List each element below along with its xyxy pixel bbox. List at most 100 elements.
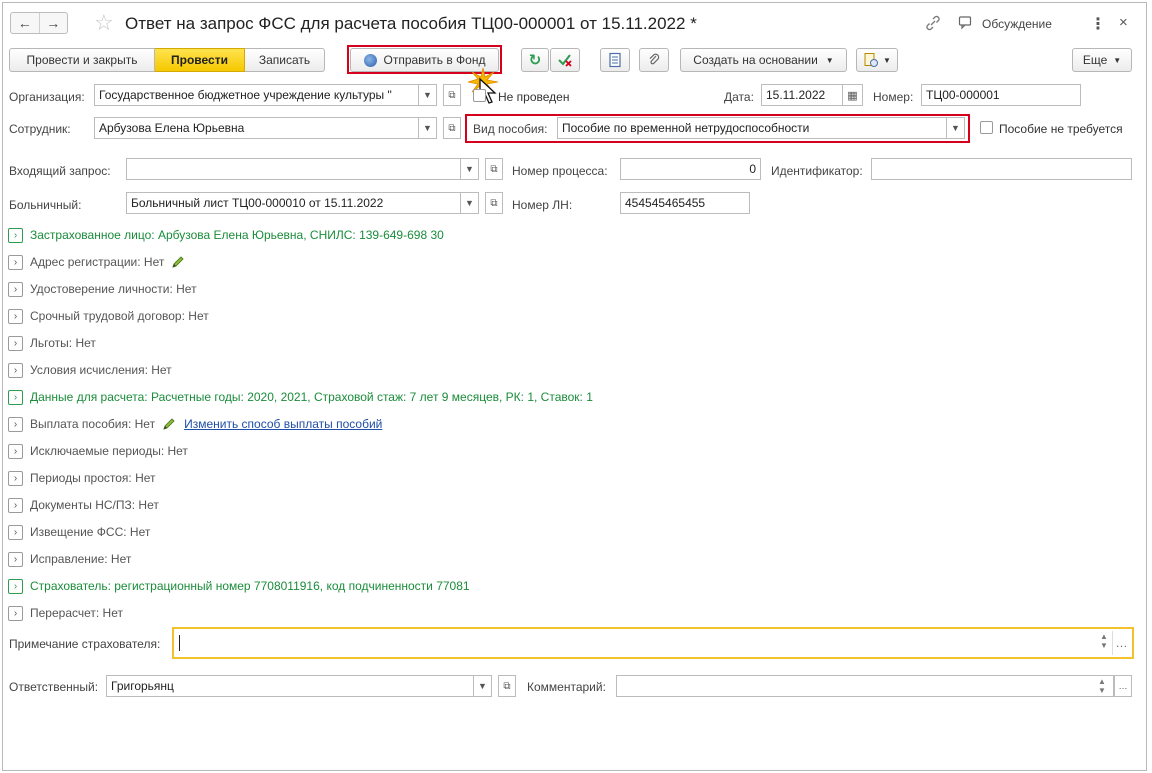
expand-chevron-icon[interactable]: › (8, 416, 23, 432)
change-payment-method-link[interactable]: Изменить способ выплаты пособий (184, 417, 382, 431)
employee-field[interactable]: Арбузова Елена Юрьевна (94, 117, 419, 139)
benefit-not-required-checkbox[interactable] (980, 121, 993, 134)
expand-chevron-icon[interactable]: › (8, 254, 23, 270)
section-row[interactable]: › Удостоверение личности: Нет (8, 280, 197, 298)
section-row[interactable]: › Периоды простоя: Нет (8, 469, 156, 487)
section-row[interactable]: › Извещение ФСС: Нет (8, 523, 150, 541)
section-row[interactable]: › Исключаемые периоды: Нет (8, 442, 188, 460)
incoming-request-open-icon[interactable]: ⧉ (485, 158, 503, 180)
section-title[interactable]: Условия исчисления: Нет (30, 363, 172, 377)
section-title[interactable]: Исключаемые периоды: Нет (30, 444, 188, 458)
section-row[interactable]: › Данные для расчета: Расчетные годы: 202… (8, 388, 593, 406)
scroll-spin-icon[interactable]: ▲ ▼ (1100, 632, 1108, 650)
organization-open-icon[interactable]: ⧉ (443, 84, 461, 106)
calendar-icon[interactable]: ▦ (843, 84, 863, 106)
discussion-icon[interactable] (958, 15, 974, 31)
link-icon[interactable] (924, 14, 942, 32)
section-title[interactable]: Документы НС/ПЗ: Нет (30, 498, 159, 512)
organization-dropdown-icon[interactable]: ▼ (419, 84, 437, 106)
section-row[interactable]: › Перерасчет: Нет (8, 604, 123, 622)
section-row[interactable]: › Срочный трудовой договор: Нет (8, 307, 209, 325)
expand-chevron-icon[interactable]: › (8, 389, 23, 405)
post-button[interactable]: Провести (155, 48, 245, 72)
expand-chevron-icon[interactable]: › (8, 443, 23, 459)
ln-number-field[interactable]: 454545465455 (620, 192, 750, 214)
clear-posting-button[interactable] (550, 48, 580, 72)
incoming-request-field[interactable] (126, 158, 461, 180)
insurer-note-field[interactable]: ▲ ▼ … (172, 627, 1134, 659)
section-title[interactable]: Адрес регистрации: Нет (30, 255, 164, 269)
responsible-open-icon[interactable]: ⧉ (498, 675, 516, 697)
employee-dropdown-icon[interactable]: ▼ (419, 117, 437, 139)
vertical-dots-icon[interactable]: ⋮ (1090, 14, 1106, 34)
responsible-dropdown-icon[interactable]: ▼ (474, 675, 492, 697)
section-title[interactable]: Страхователь: регистрационный номер 7708… (30, 579, 470, 593)
expand-chevron-icon[interactable]: › (8, 281, 23, 297)
comment-spin-icon[interactable]: ▲ ▼ (1098, 677, 1106, 695)
benefit-type-field[interactable]: Пособие по временной нетрудоспособности (557, 117, 947, 139)
expand-chevron-icon[interactable]: › (8, 551, 23, 567)
section-title[interactable]: Периоды простоя: Нет (30, 471, 156, 485)
responsible-field[interactable]: Григорьянц (106, 675, 474, 697)
incoming-request-dropdown-icon[interactable]: ▼ (461, 158, 479, 180)
create-based-on-button[interactable]: Создать на основании ▼ (680, 48, 847, 72)
expand-chevron-icon[interactable]: › (8, 578, 23, 594)
section-row[interactable]: › Документы НС/ПЗ: Нет (8, 496, 159, 514)
section-title[interactable]: Данные для расчета: Расчетные годы: 2020… (30, 390, 593, 404)
benefit-type-label: Вид пособия: (473, 122, 548, 136)
section-row[interactable]: › Условия исчисления: Нет (8, 361, 172, 379)
section-title[interactable]: Исправление: Нет (30, 552, 131, 566)
employee-open-icon[interactable]: ⧉ (443, 117, 461, 139)
section-row[interactable]: › Адрес регистрации: Нет (8, 253, 185, 271)
more-button[interactable]: Еще ▼ (1072, 48, 1132, 72)
section-row[interactable]: › Страхователь: регистрационный номер 770… (8, 577, 470, 595)
process-number-field[interactable]: 0 (620, 158, 761, 180)
expand-chevron-icon[interactable]: › (8, 497, 23, 513)
note-ellipsis-button[interactable]: … (1112, 631, 1130, 655)
forward-arrow-icon[interactable]: → (40, 13, 68, 33)
print-button[interactable]: ▼ (856, 48, 898, 72)
back-arrow-icon[interactable]: ← (11, 13, 40, 33)
journal-button[interactable] (600, 48, 630, 72)
organization-field[interactable]: Государственное бюджетное учреждение кул… (94, 84, 419, 106)
edit-pencil-icon[interactable] (162, 417, 176, 431)
create-based-on-label: Создать на основании (693, 53, 818, 67)
sick-leave-field[interactable]: Больничный лист ТЦ00-000010 от 15.11.202… (126, 192, 461, 214)
incoming-request-label: Входящий запрос: (9, 164, 111, 178)
date-field[interactable]: 15.11.2022 (761, 84, 843, 106)
discussion-button[interactable]: Обсуждение (982, 17, 1052, 31)
section-title[interactable]: Выплата пособия: Нет (30, 417, 155, 431)
expand-chevron-icon[interactable]: › (8, 605, 23, 621)
comment-field[interactable] (616, 675, 1114, 697)
section-row[interactable]: › Застрахованное лицо: Арбузова Елена Юрь… (8, 226, 444, 244)
posting-status: Не проведен (498, 90, 570, 104)
section-row[interactable]: › Выплата пособия: Нет Изменить способ вып… (8, 415, 382, 433)
expand-chevron-icon[interactable]: › (8, 308, 23, 324)
expand-chevron-icon[interactable]: › (8, 227, 23, 243)
expand-chevron-icon[interactable]: › (8, 362, 23, 378)
section-row[interactable]: › Льготы: Нет (8, 334, 96, 352)
sick-leave-dropdown-icon[interactable]: ▼ (461, 192, 479, 214)
post-and-close-button[interactable]: Провести и закрыть (9, 48, 155, 72)
expand-chevron-icon[interactable]: › (8, 335, 23, 351)
favorite-star-icon[interactable]: ☆ (94, 10, 114, 36)
save-button[interactable]: Записать (245, 48, 325, 72)
section-title[interactable]: Застрахованное лицо: Арбузова Елена Юрье… (30, 228, 444, 242)
benefit-type-dropdown-icon[interactable]: ▼ (947, 117, 965, 139)
sick-leave-open-icon[interactable]: ⧉ (485, 192, 503, 214)
section-title[interactable]: Перерасчет: Нет (30, 606, 123, 620)
identifier-field[interactable] (871, 158, 1132, 180)
section-row[interactable]: › Исправление: Нет (8, 550, 131, 568)
edit-pencil-icon[interactable] (171, 255, 185, 269)
expand-chevron-icon[interactable]: › (8, 524, 23, 540)
section-title[interactable]: Извещение ФСС: Нет (30, 525, 150, 539)
section-title[interactable]: Льготы: Нет (30, 336, 96, 350)
close-icon[interactable]: × (1119, 14, 1128, 31)
refresh-button[interactable]: ↻ (521, 48, 549, 72)
attachments-button[interactable] (639, 48, 669, 72)
section-title[interactable]: Срочный трудовой договор: Нет (30, 309, 209, 323)
number-field[interactable]: ТЦ00-000001 (921, 84, 1081, 106)
section-title[interactable]: Удостоверение личности: Нет (30, 282, 197, 296)
expand-chevron-icon[interactable]: › (8, 470, 23, 486)
comment-ellipsis-button[interactable]: … (1114, 675, 1132, 697)
